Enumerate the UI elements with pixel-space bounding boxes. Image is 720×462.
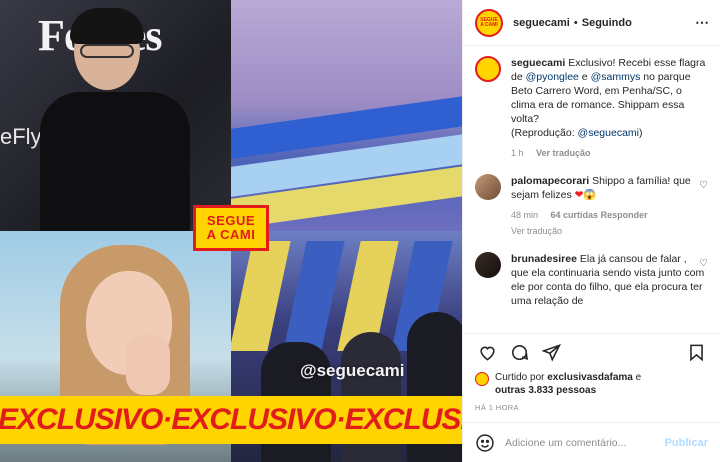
caption-time: 1 h <box>511 148 524 158</box>
woman-hand <box>126 335 170 395</box>
action-bar <box>463 333 720 371</box>
man-glasses <box>80 44 134 58</box>
comment-translate: Ver tradução <box>511 224 707 238</box>
liker-username[interactable]: exclusivasdafama <box>547 372 633 383</box>
comment-input[interactable] <box>505 436 665 449</box>
like-heart-icon[interactable] <box>473 339 501 367</box>
comments-list[interactable]: seguecami Exclusivo! Recebi esse flagra … <box>463 46 720 333</box>
reply-button[interactable]: Responder <box>601 210 648 220</box>
comment-item: palomapecorari Shippo a família! que sej… <box>475 174 708 238</box>
caption-meta: 1 h Ver tradução <box>511 146 707 160</box>
mention-link[interactable]: @sammys <box>591 71 641 83</box>
mention-link[interactable]: @seguecami <box>578 127 639 139</box>
logo-line-1: SEGUE <box>206 213 255 228</box>
avatar[interactable] <box>475 174 501 200</box>
segue-a-cami-logo: SEGUE A CAMI <box>193 205 269 251</box>
translate-link[interactable]: Ver tradução <box>511 226 562 236</box>
caption-part: e <box>578 71 591 83</box>
comment-username[interactable]: palomapecorari <box>511 175 589 187</box>
comment-like-heart-icon[interactable]: ♡ <box>699 258 708 269</box>
post-header: SEGUE A CAMI seguecami • Seguindo ⋯ <box>463 0 720 46</box>
post-image[interactable]: Forbes eFly @seguecami SE <box>0 0 462 462</box>
likes-text: Curtido por exclusivasdafama e outras 3.8… <box>495 371 641 397</box>
comment-like-heart-icon[interactable]: ♡ <box>699 180 708 191</box>
scream-emoji: 😱 <box>583 189 597 201</box>
comment-item: brunadesiree Ela já cansou de falar , qu… <box>475 252 708 308</box>
comment-text: palomapecorari Shippo a família! que sej… <box>511 174 707 238</box>
caption-text: seguecami Exclusivo! Recebi esse flagra … <box>511 56 707 160</box>
likes-others-link[interactable]: outras 3.833 pessoas <box>495 385 596 396</box>
comment-time: 48 min <box>511 210 539 220</box>
caption: seguecami Exclusivo! Recebi esse flagra … <box>475 56 708 160</box>
liker-avatar[interactable] <box>475 372 489 386</box>
avatar[interactable] <box>475 56 501 82</box>
backdrop-text: eFly <box>0 124 42 149</box>
post-side-panel: SEGUE A CAMI seguecami • Seguindo ⋯ segue… <box>462 0 720 462</box>
header-separator: • <box>573 16 578 29</box>
logo-line-2: A CAMI <box>206 227 256 242</box>
comment-text: brunadesiree Ela já cansou de falar , qu… <box>511 252 707 308</box>
share-paper-plane-icon[interactable] <box>537 339 565 367</box>
bookmark-icon[interactable] <box>682 339 710 367</box>
avatar[interactable] <box>475 252 501 278</box>
follow-status-button[interactable]: Seguindo <box>582 17 632 29</box>
caption-part: (Reprodução: <box>511 127 578 139</box>
post-timestamp: HÁ 1 HORA <box>475 403 520 412</box>
instagram-post: Forbes eFly @seguecami SE <box>0 0 720 462</box>
banner-text: EXCLUSIVO·EXCLUSIVO·EXCLUSIVO <box>0 403 462 436</box>
mention-link[interactable]: @pyonglee <box>526 71 579 83</box>
caption-username[interactable]: seguecami <box>511 57 565 69</box>
publish-button[interactable]: Publicar <box>665 437 708 449</box>
more-options-icon[interactable]: ⋯ <box>695 14 710 31</box>
add-comment-bar: Publicar <box>463 422 720 462</box>
tent-stripe <box>283 241 345 351</box>
translate-link[interactable]: Ver tradução <box>536 148 591 158</box>
avatar[interactable]: SEGUE A CAMI <box>475 8 503 37</box>
comment-meta: 48 min 64 curtidas Responder <box>511 208 707 222</box>
photo-park-structure <box>231 0 462 231</box>
man-hair <box>70 8 144 44</box>
comment-username[interactable]: brunadesiree <box>511 253 577 265</box>
header-username[interactable]: seguecami <box>513 17 570 29</box>
tent-stripe <box>231 241 291 351</box>
avatar-logo-text: SEGUE A CAMI <box>480 16 498 28</box>
comment-bubble-icon[interactable] <box>505 339 533 367</box>
watermark-handle: @seguecami <box>300 361 405 380</box>
photo-man-forbes: Forbes eFly <box>0 0 231 231</box>
man-body <box>40 92 190 231</box>
likes-summary: Curtido por exclusivasdafama e outras 3.8… <box>463 371 720 397</box>
likes-middle: e <box>632 372 642 383</box>
caption-part: ) <box>638 127 643 139</box>
likes-prefix: Curtido por <box>495 372 548 383</box>
comment-likes[interactable]: 64 curtidas <box>551 210 599 220</box>
emoji-smile-icon[interactable] <box>475 433 495 453</box>
exclusivo-banner: EXCLUSIVO·EXCLUSIVO·EXCLUSIVO <box>0 396 462 444</box>
